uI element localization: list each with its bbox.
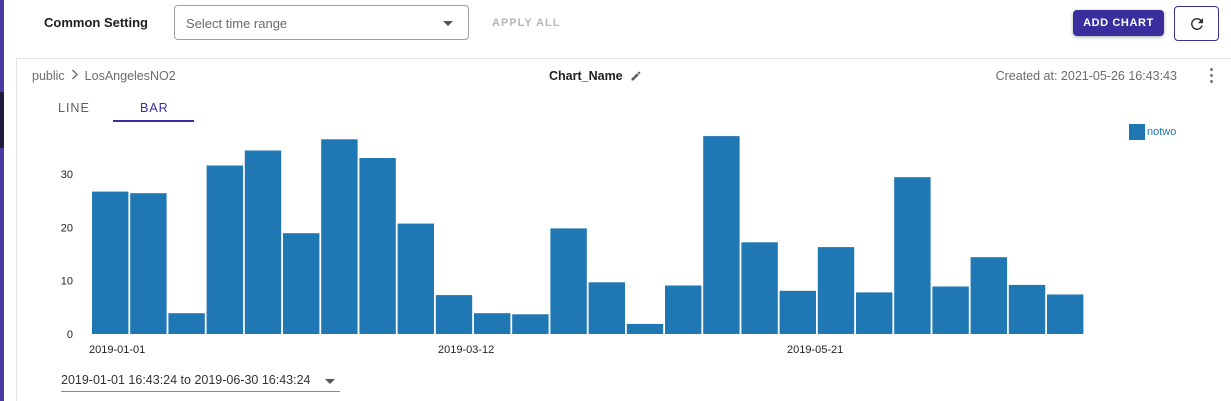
chart-bar: [244, 150, 282, 334]
chart-bar: [626, 323, 664, 334]
chart-bar: [435, 295, 473, 334]
date-range-select[interactable]: 2019-01-01 16:43:24 to 2019-06-30 16:43:…: [61, 373, 335, 387]
chart-bar: [894, 177, 931, 334]
chart-bar: [588, 282, 625, 334]
y-tick-label: 30: [61, 169, 73, 181]
y-tick-label: 10: [61, 276, 73, 288]
chart-bar: [741, 242, 778, 334]
chart-bar: [397, 223, 434, 334]
chart-bar: [206, 165, 243, 334]
chart-bar: [1047, 294, 1084, 334]
chart-bar: [932, 286, 969, 334]
chart-bar: [970, 257, 1007, 334]
chart-bar: [512, 314, 549, 334]
chart-bar: [359, 158, 396, 334]
chart-bar: [283, 233, 320, 334]
chart-bar: [1008, 284, 1046, 334]
bar-chart: 0 10 20 30 2019-01-01 2019-03-12 2019-05-21: [61, 136, 1084, 356]
x-tick-label: 2019-03-12: [438, 344, 494, 356]
x-tick-label: 2019-01-01: [89, 344, 145, 356]
chart-bar: [321, 139, 358, 334]
legend-swatch: [1129, 124, 1145, 140]
chart-bar: [550, 228, 587, 334]
chart-bar: [665, 285, 702, 334]
chart-bar: [856, 292, 893, 334]
chart-bar: [779, 290, 816, 334]
y-tick-label: 20: [61, 222, 73, 234]
chart-bar: [92, 191, 129, 334]
chart-bar: [703, 136, 740, 334]
x-tick-label: 2019-05-21: [787, 344, 843, 356]
legend-label: notwo: [1147, 126, 1177, 138]
chart-bar: [130, 193, 167, 334]
chart-legend: notwo: [1129, 124, 1176, 140]
chart-bar: [168, 313, 205, 334]
chart-bar: [817, 247, 855, 334]
date-range-underline: [61, 391, 340, 392]
y-tick-label: 0: [67, 329, 73, 341]
chart-bar: [474, 313, 511, 334]
date-range-value: 2019-01-01 16:43:24 to 2019-06-30 16:43:…: [61, 373, 311, 387]
dropdown-caret-icon: [325, 379, 335, 384]
